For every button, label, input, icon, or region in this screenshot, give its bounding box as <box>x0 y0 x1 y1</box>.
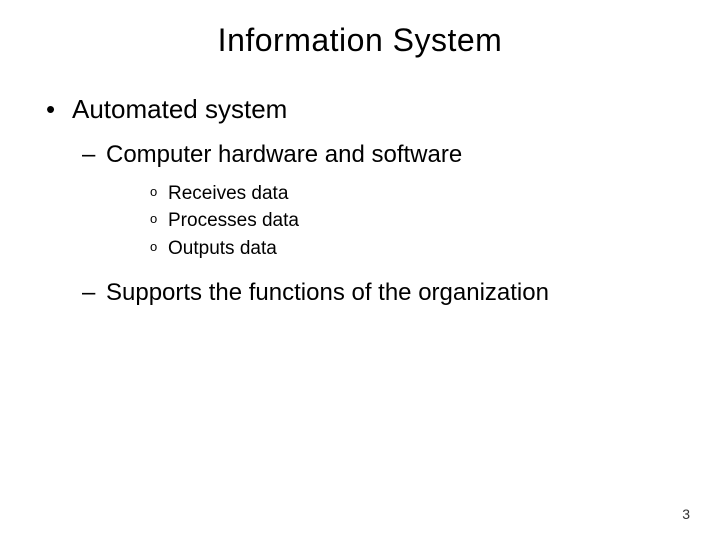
bullet-level-3: o Receives data <box>150 180 720 208</box>
bullet-level-2: – Supports the functions of the organiza… <box>82 278 720 308</box>
slide-body: • Automated system – Computer hardware a… <box>0 59 720 308</box>
bullet-level-3-text: Outputs data <box>168 235 277 263</box>
bullet-level-1-text: Automated system <box>72 93 287 126</box>
slide: Information System • Automated system – … <box>0 0 720 540</box>
bullet-level-1: • Automated system <box>46 93 720 126</box>
circle-icon: o <box>150 235 168 263</box>
circle-icon: o <box>150 207 168 235</box>
circle-icon: o <box>150 180 168 208</box>
bullet-dot-icon: • <box>46 93 72 126</box>
bullet-level-3: o Outputs data <box>150 235 720 263</box>
dash-icon: – <box>82 140 106 170</box>
bullet-level-2: – Computer hardware and software <box>82 140 720 170</box>
slide-title: Information System <box>0 0 720 59</box>
bullet-level-3: o Processes data <box>150 207 720 235</box>
bullet-level-3-text: Receives data <box>168 180 288 208</box>
page-number: 3 <box>682 506 690 522</box>
dash-icon: – <box>82 278 106 308</box>
bullet-level-2-text: Supports the functions of the organizati… <box>106 278 549 308</box>
bullet-level-3-group: o Receives data o Processes data o Outpu… <box>150 180 720 263</box>
bullet-level-2-text: Computer hardware and software <box>106 140 462 170</box>
bullet-level-3-text: Processes data <box>168 207 299 235</box>
